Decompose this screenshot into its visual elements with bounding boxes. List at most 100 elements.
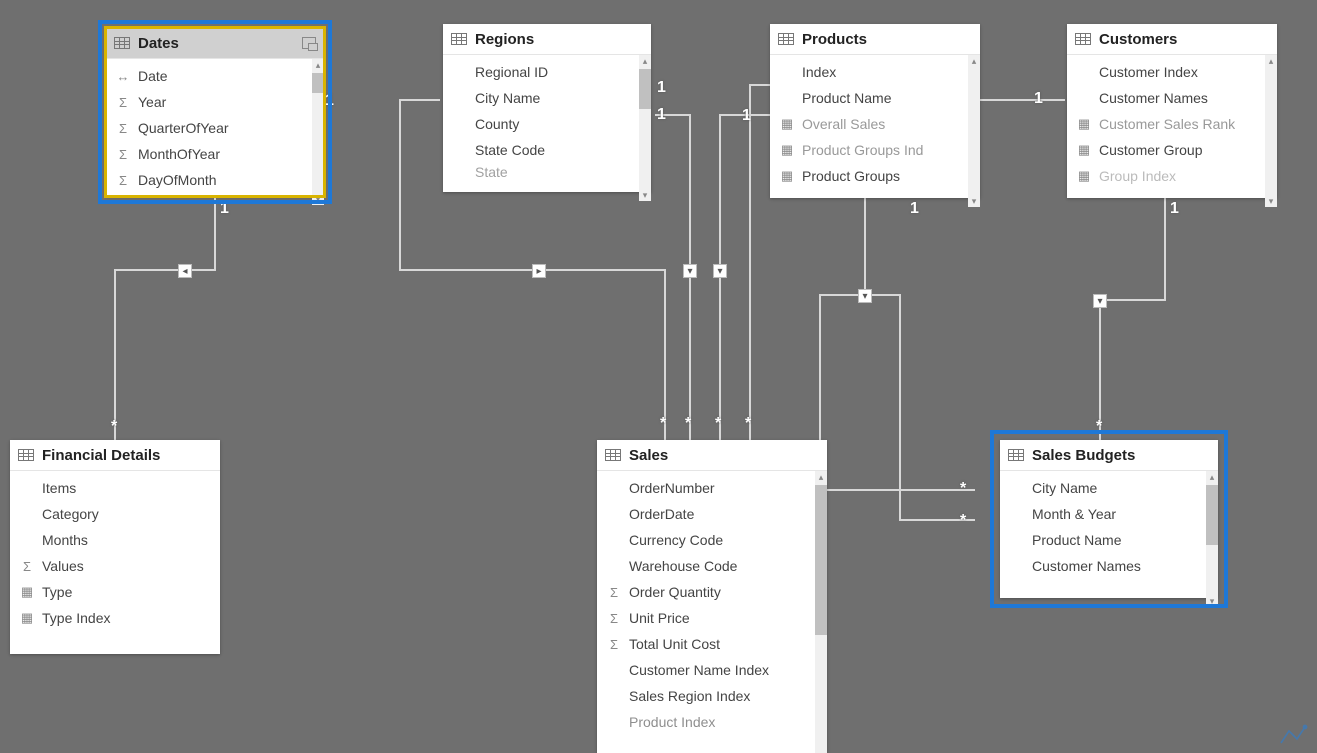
- table-title: Products: [802, 31, 867, 48]
- field-row[interactable]: City Name: [443, 85, 651, 111]
- field-row[interactable]: Product Name: [1000, 527, 1218, 553]
- scroll-up-icon[interactable]: ▴: [312, 59, 324, 71]
- scroll-down-icon[interactable]: ▾: [312, 193, 324, 205]
- scroll-up-icon[interactable]: ▴: [968, 55, 980, 67]
- table-title: Financial Details: [42, 447, 160, 464]
- maximize-icon[interactable]: [302, 37, 316, 49]
- table-header[interactable]: Financial Details: [10, 440, 220, 471]
- field-row[interactable]: State: [443, 163, 651, 181]
- table-header[interactable]: Products: [770, 24, 980, 55]
- calc-column-icon: ▦: [1075, 168, 1093, 184]
- field-row[interactable]: County: [443, 111, 651, 137]
- field-row[interactable]: ▦Product Groups Ind: [770, 137, 980, 163]
- field-row[interactable]: City Name: [1000, 475, 1218, 501]
- scroll-thumb[interactable]: [312, 73, 324, 93]
- field-row[interactable]: Month & Year: [1000, 501, 1218, 527]
- field-row[interactable]: ΣTotal Unit Cost: [597, 631, 827, 657]
- table-title: Sales: [629, 447, 668, 464]
- field-row[interactable]: Index: [770, 59, 980, 85]
- scroll-thumb[interactable]: [815, 485, 827, 635]
- scroll-down-icon[interactable]: ▾: [639, 189, 651, 201]
- field-row[interactable]: Customer Index: [1067, 59, 1277, 85]
- scroll-track[interactable]: ▴ ▾: [639, 55, 651, 201]
- relationship-filter-arrow[interactable]: ▾: [713, 264, 727, 278]
- field-row[interactable]: ▦Customer Sales Rank: [1067, 111, 1277, 137]
- field-row[interactable]: ΣDayOfMonth: [106, 167, 324, 193]
- field-row[interactable]: Customer Names: [1067, 85, 1277, 111]
- field-row[interactable]: ▦Customer Group: [1067, 137, 1277, 163]
- table-header[interactable]: Dates: [106, 28, 324, 59]
- table-customers[interactable]: Customers Customer Index Customer Names …: [1067, 24, 1277, 198]
- field-row[interactable]: Warehouse Code: [597, 553, 827, 579]
- field-row[interactable]: Product Index: [597, 709, 827, 735]
- field-row[interactable]: Regional ID: [443, 59, 651, 85]
- scroll-track[interactable]: ▴ ▾: [1265, 55, 1277, 207]
- field-list: Regional ID City Name County State Code …: [443, 55, 651, 201]
- table-header[interactable]: Sales: [597, 440, 827, 471]
- field-row[interactable]: ΣYear: [106, 89, 324, 115]
- scroll-down-icon[interactable]: ▾: [968, 195, 980, 207]
- field-row[interactable]: ΣMonthOfYear: [106, 141, 324, 167]
- field-row[interactable]: Sales Region Index: [597, 683, 827, 709]
- scroll-up-icon[interactable]: ▴: [639, 55, 651, 67]
- field-row[interactable]: ▦Group Index: [1067, 163, 1277, 189]
- scroll-thumb[interactable]: [639, 69, 651, 109]
- field-row[interactable]: ↔Date: [106, 63, 324, 89]
- model-view-canvas[interactable]: ◂ ▸ ▾ ▾ ▾ ▾ 1 * 1 1 1 1 1 1 1 * * * * * …: [0, 0, 1317, 753]
- sigma-icon: Σ: [114, 173, 132, 188]
- relationship-filter-arrow[interactable]: ▾: [683, 264, 697, 278]
- scroll-track[interactable]: ▴ ▾: [968, 55, 980, 207]
- relationship-filter-arrow[interactable]: ▾: [858, 289, 872, 303]
- scroll-down-icon[interactable]: ▾: [1265, 195, 1277, 207]
- table-sales[interactable]: Sales OrderNumber OrderDate Currency Cod…: [597, 440, 827, 753]
- field-row[interactable]: State Code: [443, 137, 651, 163]
- scroll-up-icon[interactable]: ▴: [1206, 471, 1218, 483]
- table-sales-budgets[interactable]: Sales Budgets City Name Month & Year Pro…: [1000, 440, 1218, 598]
- table-regions[interactable]: Regions Regional ID City Name County Sta…: [443, 24, 651, 192]
- field-row[interactable]: ΣQuarterOfYear: [106, 115, 324, 141]
- scroll-up-icon[interactable]: ▴: [815, 471, 827, 483]
- cardinality-many: *: [685, 415, 691, 433]
- table-dates[interactable]: Dates ↔Date ΣYear ΣQuarterOfYear ΣMonthO…: [106, 28, 324, 196]
- table-header[interactable]: Regions: [443, 24, 651, 55]
- scroll-down-icon[interactable]: ▾: [1206, 595, 1218, 607]
- field-row[interactable]: ΣValues: [10, 553, 220, 579]
- field-row[interactable]: Customer Name Index: [597, 657, 827, 683]
- field-row[interactable]: Months: [10, 527, 220, 553]
- field-row[interactable]: Product Name: [770, 85, 980, 111]
- field-row[interactable]: Category: [10, 501, 220, 527]
- table-products[interactable]: Products Index Product Name ▦Overall Sal…: [770, 24, 980, 198]
- sigma-icon: Σ: [18, 559, 36, 574]
- table-icon: [1008, 449, 1024, 461]
- field-row[interactable]: ▦Type: [10, 579, 220, 605]
- field-row[interactable]: ΣOrder Quantity: [597, 579, 827, 605]
- field-row[interactable]: Items: [10, 475, 220, 501]
- cardinality-many: *: [1096, 418, 1102, 436]
- field-row[interactable]: ▦Type Index: [10, 605, 220, 631]
- field-row[interactable]: Currency Code: [597, 527, 827, 553]
- field-row[interactable]: ▦Product Groups: [770, 163, 980, 189]
- field-row[interactable]: OrderNumber: [597, 475, 827, 501]
- field-row[interactable]: Customer Names: [1000, 553, 1218, 579]
- scroll-track[interactable]: ▴ ▾: [312, 59, 324, 205]
- field-list: ↔Date ΣYear ΣQuarterOfYear ΣMonthOfYear …: [106, 59, 324, 205]
- field-row[interactable]: OrderDate: [597, 501, 827, 527]
- calc-column-icon: ▦: [778, 116, 796, 132]
- field-row[interactable]: ΣUnit Price: [597, 605, 827, 631]
- table-header[interactable]: Customers: [1067, 24, 1277, 55]
- table-header[interactable]: Sales Budgets: [1000, 440, 1218, 471]
- scroll-up-icon[interactable]: ▴: [1265, 55, 1277, 67]
- table-financial-details[interactable]: Financial Details Items Category Months …: [10, 440, 220, 654]
- scroll-track[interactable]: ▴ ▾: [1206, 471, 1218, 607]
- table-icon: [114, 37, 130, 49]
- sigma-icon: Σ: [114, 147, 132, 162]
- field-list: City Name Month & Year Product Name Cust…: [1000, 471, 1218, 607]
- sigma-icon: Σ: [114, 95, 132, 110]
- scroll-thumb[interactable]: [1206, 485, 1218, 545]
- relationship-filter-arrow[interactable]: ▾: [1093, 294, 1107, 308]
- field-row[interactable]: ▦Overall Sales: [770, 111, 980, 137]
- relationship-filter-arrow[interactable]: ◂: [178, 264, 192, 278]
- relationship-filter-arrow[interactable]: ▸: [532, 264, 546, 278]
- table-icon: [18, 449, 34, 461]
- scroll-track[interactable]: ▴ ▾: [815, 471, 827, 753]
